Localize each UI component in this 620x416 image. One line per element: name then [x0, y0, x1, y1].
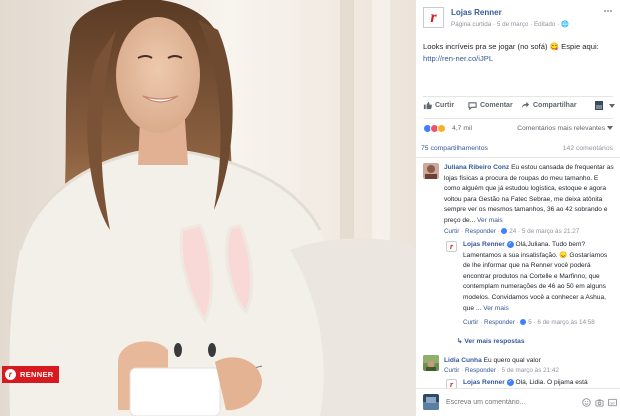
chevron-down-icon — [609, 103, 615, 108]
post-meta: Página curtida · 5 de março · Editado · … — [451, 21, 569, 28]
post-date[interactable]: 5 de março — [497, 21, 529, 28]
page-avatar[interactable]: r — [423, 7, 444, 28]
comment: Juliana Ribeiro Conz Eu estou cansada de… — [444, 163, 614, 227]
comment-sort-label: Comentários mais relevantes — [517, 125, 606, 132]
page-photo-icon — [423, 397, 439, 410]
comment-sort-dropdown[interactable]: Comentários mais relevantes — [517, 125, 613, 132]
post-actions: Curtir Comentar Compartilhar — [423, 101, 615, 114]
verified-badge-icon: ✓ — [506, 240, 514, 248]
comment-button[interactable]: Comentar — [468, 101, 513, 110]
comment-time[interactable]: 6 de março às 14:58 — [537, 319, 594, 326]
comment-author[interactable]: Lojas Renner — [463, 241, 505, 248]
comment-footer: Curtir · Responder · 5 · 6 de março às 1… — [463, 319, 595, 326]
user-photo-icon — [423, 355, 439, 371]
like-reaction-icon — [520, 319, 527, 326]
engagement-counts: 75 compartilhamentos 142 comentários — [416, 145, 620, 154]
reply-comment: Lojas Renner ✓ Olá,Juliana. Tudo bem? La… — [463, 240, 616, 314]
renner-logo-icon: r — [449, 242, 454, 251]
avatar[interactable] — [423, 163, 439, 179]
comment-author[interactable]: Lojas Renner — [463, 379, 505, 386]
brand-badge-text: RENNER — [20, 370, 54, 379]
reactions-row: 4,7 mil Comentários mais relevantes — [423, 124, 613, 135]
edited-label[interactable]: Editado — [534, 21, 555, 28]
comment-text: Olá,Juliana. Tudo bem? Lamentamos a sua … — [463, 241, 608, 312]
comment-input[interactable] — [446, 395, 576, 409]
share-arrow-icon — [521, 101, 530, 109]
globe-icon: 🌐 — [560, 21, 569, 28]
user-photo-icon — [425, 165, 437, 179]
post-as-selector[interactable] — [595, 101, 615, 110]
comment-like-link[interactable]: Curtir — [444, 228, 459, 235]
avatar[interactable] — [423, 355, 439, 371]
comments-count[interactable]: 142 comentários — [563, 145, 613, 152]
comment-reply-link[interactable]: Responder — [465, 367, 496, 374]
divider — [423, 118, 613, 119]
post-caption: Looks incríveis pra se jogar (no sofá) 😋… — [423, 42, 599, 51]
emoji-icon[interactable] — [582, 398, 591, 407]
thumbs-up-icon — [423, 101, 432, 110]
comment-like-link[interactable]: Curtir — [463, 319, 478, 326]
comment-reaction-count[interactable]: 24 — [509, 228, 516, 235]
more-replies-label: Ver mais respostas — [464, 338, 525, 345]
post-header: r Lojas Renner Página curtida · 5 de mar… — [423, 7, 613, 35]
comment-footer: Curtir · Responder · 24 · 5 de março às … — [444, 228, 580, 235]
page-name-link[interactable]: Lojas Renner — [451, 8, 502, 17]
post-photo[interactable]: r RENNER — [0, 0, 416, 416]
gif-icon[interactable]: GIF — [608, 398, 617, 407]
post-body: Looks incríveis pra se jogar (no sofá) 😋… — [423, 41, 613, 65]
brand-badge: r RENNER — [2, 366, 59, 383]
comment-reaction-count[interactable]: 5 — [528, 319, 532, 326]
comment-reply-link[interactable]: Responder — [465, 228, 496, 235]
like-label: Curtir — [435, 102, 455, 109]
share-button[interactable]: Compartilhar — [521, 101, 577, 110]
like-reaction-icon — [501, 228, 508, 235]
comment-composer: GIF — [416, 388, 620, 416]
renner-logo-icon: r — [5, 369, 16, 380]
post-side-panel: r Lojas Renner Página curtida · 5 de mar… — [416, 0, 620, 416]
comment-author[interactable]: Juliana Ribeiro Conz — [444, 164, 509, 171]
shares-count[interactable]: 75 compartilhamentos — [421, 145, 488, 152]
comment-time[interactable]: 5 de março às 21:42 — [501, 367, 558, 374]
comment-footer: Curtir · Responder · 5 de março às 21:42 — [444, 367, 559, 374]
more-replies-link[interactable]: ↳ Ver mais respostas — [457, 337, 525, 345]
share-label: Compartilhar — [533, 102, 577, 109]
comment-text: Olá, Lidia. O pijama está — [515, 379, 588, 386]
post-link[interactable]: http://ren-ner.co/iJPL — [423, 53, 613, 65]
photo-illustration — [0, 0, 416, 416]
page-thumbnail-icon — [595, 101, 603, 110]
comment-bubble-icon — [468, 102, 477, 110]
renner-logo-icon: r — [430, 8, 437, 26]
see-more-link[interactable]: Ver mais — [477, 217, 503, 224]
reply-arrow-icon: ↳ — [457, 338, 463, 345]
comment-author[interactable]: Lidia Cunha — [444, 357, 482, 364]
avatar[interactable]: r — [446, 241, 457, 252]
comment-text: Eu estou cansada de frequentar as lojas … — [444, 164, 614, 224]
comment: Lidia Cunha Eu quero qual valor — [444, 356, 614, 367]
camera-icon[interactable] — [595, 398, 604, 407]
like-button[interactable]: Curtir — [423, 101, 454, 110]
comment-time[interactable]: 5 de março às 21:27 — [522, 228, 579, 235]
svg-text:GIF: GIF — [610, 401, 617, 405]
see-more-link[interactable]: Ver mais — [483, 305, 509, 312]
chevron-down-icon — [607, 126, 613, 131]
avatar — [423, 394, 439, 410]
divider — [423, 96, 613, 97]
comment-reply-link[interactable]: Responder — [484, 319, 515, 326]
more-options-icon[interactable] — [603, 7, 613, 15]
comment-label: Comentar — [480, 102, 513, 109]
divider — [416, 157, 620, 158]
wow-reaction-icon[interactable] — [437, 124, 446, 133]
reaction-count[interactable]: 4,7 mil — [452, 125, 472, 132]
reply-comment: Lojas Renner ✓ Olá, Lidia. O pijama está — [463, 378, 616, 389]
comment-like-link[interactable]: Curtir — [444, 367, 459, 374]
page-liked-status: Página curtida — [451, 21, 492, 28]
comment-text: Eu quero qual valor — [483, 357, 541, 364]
verified-badge-icon: ✓ — [506, 378, 514, 386]
